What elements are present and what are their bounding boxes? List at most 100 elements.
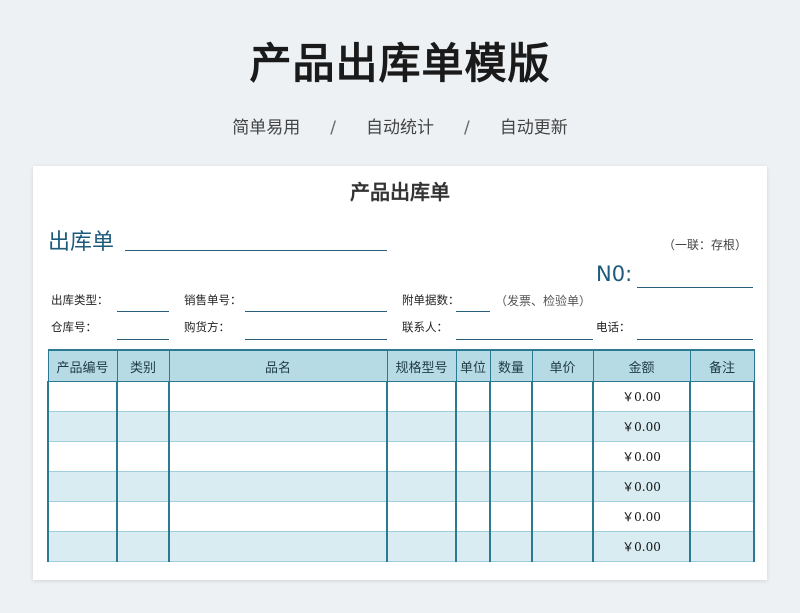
warehouse-no-field[interactable] bbox=[117, 339, 169, 340]
cell-product-code[interactable] bbox=[47, 471, 118, 502]
cell-spec-model[interactable] bbox=[386, 531, 457, 562]
col-quantity: 数量 bbox=[489, 349, 533, 382]
cell-spec-model[interactable] bbox=[386, 471, 457, 502]
outbound-form-sheet: 产品出库单 出库单 （一联：存根） N0: 出库类型： 销售单号： 附单据数： … bbox=[33, 166, 767, 580]
out-type-field[interactable] bbox=[117, 311, 169, 312]
number-field[interactable] bbox=[637, 287, 753, 288]
feature-separator: / bbox=[464, 118, 470, 138]
cell-remarks[interactable] bbox=[689, 441, 755, 472]
cell-category[interactable] bbox=[116, 441, 170, 472]
out-type-label: 出库类型： bbox=[51, 293, 109, 307]
table-row: ￥0.00 bbox=[47, 381, 755, 412]
cell-quantity[interactable] bbox=[489, 531, 533, 562]
cell-remarks[interactable] bbox=[689, 411, 755, 442]
cell-product-name[interactable] bbox=[168, 411, 388, 442]
cell-quantity[interactable] bbox=[489, 471, 533, 502]
table-header-row: 产品编号 类别 品名 规格型号 单位 数量 单价 金额 备注 bbox=[47, 349, 755, 382]
table-row: ￥0.00 bbox=[47, 531, 755, 562]
number-label: N0: bbox=[596, 262, 633, 286]
cell-unit[interactable] bbox=[455, 381, 491, 412]
feature-easy: 简单易用 bbox=[232, 118, 301, 138]
attach-count-field[interactable] bbox=[456, 311, 490, 312]
buyer-label: 购货方： bbox=[184, 320, 230, 334]
cell-remarks[interactable] bbox=[689, 501, 755, 532]
copy-note: （一联：存根） bbox=[662, 238, 747, 252]
feature-separator: / bbox=[330, 118, 336, 138]
cell-category[interactable] bbox=[116, 381, 170, 412]
attach-count-label: 附单据数： bbox=[402, 293, 460, 307]
buyer-field[interactable] bbox=[245, 339, 387, 340]
cell-product-code[interactable] bbox=[47, 441, 118, 472]
table-row: ￥0.00 bbox=[47, 441, 755, 472]
sales-no-field[interactable] bbox=[245, 311, 387, 312]
cell-product-name[interactable] bbox=[168, 531, 388, 562]
cell-remarks[interactable] bbox=[689, 381, 755, 412]
feature-tagline: 简单易用 / 自动统计 / 自动更新 bbox=[0, 113, 800, 138]
table-row: ￥0.00 bbox=[47, 471, 755, 502]
cell-unit-price[interactable] bbox=[531, 411, 594, 442]
cell-quantity[interactable] bbox=[489, 381, 533, 412]
cell-amount: ￥0.00 bbox=[592, 531, 691, 562]
cell-spec-model[interactable] bbox=[386, 501, 457, 532]
col-remarks: 备注 bbox=[689, 349, 755, 382]
col-amount: 金额 bbox=[592, 349, 691, 382]
cell-quantity[interactable] bbox=[489, 411, 533, 442]
cell-unit-price[interactable] bbox=[531, 381, 594, 412]
sheet-title: 产品出库单 bbox=[350, 180, 450, 204]
cell-unit-price[interactable] bbox=[531, 531, 594, 562]
cell-product-code[interactable] bbox=[47, 411, 118, 442]
cell-product-code[interactable] bbox=[47, 381, 118, 412]
phone-label: 电话： bbox=[596, 320, 631, 334]
cell-product-code[interactable] bbox=[47, 501, 118, 532]
cell-category[interactable] bbox=[116, 501, 170, 532]
cell-product-code[interactable] bbox=[47, 531, 118, 562]
contact-label: 联系人： bbox=[402, 320, 448, 334]
cell-product-name[interactable] bbox=[168, 471, 388, 502]
cell-quantity[interactable] bbox=[489, 501, 533, 532]
cell-unit[interactable] bbox=[455, 471, 491, 502]
cell-product-name[interactable] bbox=[168, 381, 388, 412]
cell-unit-price[interactable] bbox=[531, 471, 594, 502]
col-product-code: 产品编号 bbox=[47, 349, 118, 382]
cell-amount: ￥0.00 bbox=[592, 411, 691, 442]
cell-category[interactable] bbox=[116, 531, 170, 562]
cell-spec-model[interactable] bbox=[386, 381, 457, 412]
cell-unit-price[interactable] bbox=[531, 441, 594, 472]
phone-field[interactable] bbox=[637, 339, 753, 340]
sales-no-label: 销售单号： bbox=[184, 293, 242, 307]
doc-name-field[interactable] bbox=[125, 250, 387, 251]
cell-product-name[interactable] bbox=[168, 441, 388, 472]
cell-quantity[interactable] bbox=[489, 441, 533, 472]
cell-unit[interactable] bbox=[455, 411, 491, 442]
contact-field[interactable] bbox=[456, 339, 593, 340]
cell-unit[interactable] bbox=[455, 531, 491, 562]
feature-auto-stats: 自动统计 bbox=[366, 118, 434, 138]
col-unit: 单位 bbox=[455, 349, 491, 382]
cell-product-name[interactable] bbox=[168, 501, 388, 532]
cell-amount: ￥0.00 bbox=[592, 441, 691, 472]
col-unit-price: 单价 bbox=[531, 349, 594, 382]
cell-unit-price[interactable] bbox=[531, 501, 594, 532]
cell-amount: ￥0.00 bbox=[592, 501, 691, 532]
cell-category[interactable] bbox=[116, 411, 170, 442]
table-row: ￥0.00 bbox=[47, 411, 755, 442]
product-table: 产品编号 类别 品名 规格型号 单位 数量 单价 金额 备注 ￥0.00 ￥0.… bbox=[47, 349, 755, 562]
cell-spec-model[interactable] bbox=[386, 411, 457, 442]
col-product-name: 品名 bbox=[168, 349, 388, 382]
col-spec-model: 规格型号 bbox=[386, 349, 457, 382]
col-category: 类别 bbox=[116, 349, 170, 382]
cell-category[interactable] bbox=[116, 471, 170, 502]
cell-amount: ￥0.00 bbox=[592, 381, 691, 412]
doc-label: 出库单 bbox=[48, 230, 115, 255]
table-row: ￥0.00 bbox=[47, 501, 755, 532]
cell-unit[interactable] bbox=[455, 441, 491, 472]
attach-note: （发票、检验单） bbox=[495, 294, 592, 308]
cell-remarks[interactable] bbox=[689, 471, 755, 502]
cell-remarks[interactable] bbox=[689, 531, 755, 562]
cell-spec-model[interactable] bbox=[386, 441, 457, 472]
feature-auto-update: 自动更新 bbox=[499, 118, 568, 138]
page-title: 产品出库单模版 bbox=[249, 39, 551, 88]
cell-amount: ￥0.00 bbox=[592, 471, 691, 502]
warehouse-no-label: 仓库号： bbox=[51, 320, 97, 334]
cell-unit[interactable] bbox=[455, 501, 491, 532]
